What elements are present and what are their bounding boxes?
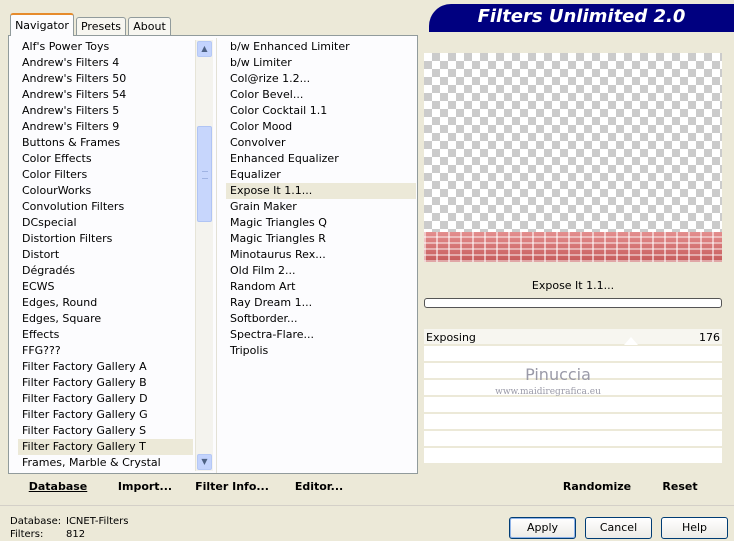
watermark-site: www.maidiregrafica.eu (495, 387, 601, 397)
list-item[interactable]: Dégradés (18, 263, 193, 279)
list-item[interactable]: Distort (18, 247, 193, 263)
scroll-down-button[interactable]: ▼ (197, 454, 212, 470)
category-scrollbar[interactable]: ▲ ▼ (195, 40, 213, 471)
list-item[interactable]: Equalizer (226, 167, 416, 183)
list-item[interactable]: Filter Factory Gallery B (18, 375, 193, 391)
category-list[interactable]: Alf's Power Toys Andrew's Filters 4 Andrew… (18, 39, 193, 471)
param-row-empty (424, 448, 722, 465)
list-item[interactable]: Color Cocktail 1.1 (226, 103, 416, 119)
reset-button[interactable]: Reset (652, 478, 708, 496)
list-item[interactable]: Expose It 1.1... (226, 183, 416, 199)
progress-bar (424, 298, 722, 308)
list-item[interactable]: ColourWorks (18, 183, 193, 199)
list-item[interactable]: Old Film 2... (226, 263, 416, 279)
list-item[interactable]: Andrew's Filters 50 (18, 71, 193, 87)
list-item[interactable]: Tripolis (226, 343, 416, 359)
param-name: Exposing (426, 331, 476, 344)
status-database: Database: ICNET-Filters (10, 516, 129, 527)
watermark-name: Pinuccia (525, 365, 591, 384)
list-item[interactable]: Filter Factory Gallery G (18, 407, 193, 423)
list-item[interactable]: b/w Limiter (226, 55, 416, 71)
list-item[interactable]: Frames, Marble & Crystal (18, 455, 193, 471)
list-item[interactable]: Col@rize 1.2... (226, 71, 416, 87)
parameter-panel: Exposing 176 (424, 329, 722, 471)
tab-navigator[interactable]: Navigator (10, 13, 74, 36)
list-item[interactable]: Buttons & Frames (18, 135, 193, 151)
list-item[interactable]: DCspecial (18, 215, 193, 231)
list-item[interactable]: Enhanced Equalizer (226, 151, 416, 167)
preview-image-floor (424, 232, 722, 262)
list-item[interactable]: Filter Factory Gallery T (18, 439, 193, 455)
list-item[interactable]: Filter Factory Gallery S (18, 423, 193, 439)
list-item[interactable]: Edges, Square (18, 311, 193, 327)
banner-underline (429, 29, 734, 32)
list-item[interactable]: Effects (18, 327, 193, 343)
import-button[interactable]: Import... (112, 478, 178, 496)
editor-button[interactable]: Editor... (286, 478, 352, 496)
list-item[interactable]: Color Filters (18, 167, 193, 183)
list-item[interactable]: FFG??? (18, 343, 193, 359)
param-row-empty (424, 397, 722, 414)
list-item[interactable]: Random Art (226, 279, 416, 295)
list-item[interactable]: Distortion Filters (18, 231, 193, 247)
list-item[interactable]: Filter Factory Gallery D (18, 391, 193, 407)
title-banner: Filters Unlimited 2.0 (429, 4, 734, 29)
list-divider (216, 38, 217, 473)
status-filters: Filters: 812 (10, 529, 86, 540)
scroll-thumb[interactable] (197, 126, 212, 222)
filter-info-button[interactable]: Filter Info... (194, 478, 270, 496)
randomize-button[interactable]: Randomize (556, 478, 638, 496)
database-button[interactable]: Database (20, 478, 96, 496)
param-value: 176 (699, 331, 720, 344)
app-title: Filters Unlimited 2.0 (477, 6, 686, 27)
list-item[interactable]: Grain Maker (226, 199, 416, 215)
list-item[interactable]: Andrew's Filters 54 (18, 87, 193, 103)
filter-list[interactable]: b/w Enhanced Limiter b/w Limiter Col@rize … (226, 39, 416, 359)
status-separator (0, 505, 734, 506)
selected-filter-name: Expose It 1.1... (531, 279, 615, 292)
list-item[interactable]: Softborder... (226, 311, 416, 327)
list-item[interactable]: Color Bevel... (226, 87, 416, 103)
tab-presets[interactable]: Presets (76, 17, 126, 35)
list-item[interactable]: Andrew's Filters 4 (18, 55, 193, 71)
list-item[interactable]: Minotaurus Rex... (226, 247, 416, 263)
list-item[interactable]: Color Effects (18, 151, 193, 167)
list-item[interactable]: Filter Factory Gallery A (18, 359, 193, 375)
list-item[interactable]: ECWS (18, 279, 193, 295)
cancel-button[interactable]: Cancel (585, 517, 652, 539)
list-item[interactable]: Convolver (226, 135, 416, 151)
list-item[interactable]: Convolution Filters (18, 199, 193, 215)
scroll-up-button[interactable]: ▲ (197, 41, 212, 57)
list-item[interactable]: Alf's Power Toys (18, 39, 193, 55)
param-row-empty (424, 414, 722, 431)
list-item[interactable]: Spectra-Flare... (226, 327, 416, 343)
slider-marker-icon[interactable] (624, 337, 638, 345)
list-item[interactable]: Edges, Round (18, 295, 193, 311)
param-row-empty (424, 346, 722, 363)
param-row-exposing[interactable]: Exposing 176 (424, 329, 722, 346)
list-item[interactable]: Andrew's Filters 5 (18, 103, 193, 119)
list-item[interactable]: Color Mood (226, 119, 416, 135)
list-item[interactable]: b/w Enhanced Limiter (226, 39, 416, 55)
tab-about[interactable]: About (128, 17, 171, 35)
apply-button[interactable]: Apply (509, 517, 576, 539)
list-item[interactable]: Magic Triangles R (226, 231, 416, 247)
preview-area[interactable] (424, 53, 722, 262)
help-button[interactable]: Help (661, 517, 728, 539)
list-item[interactable]: Ray Dream 1... (226, 295, 416, 311)
list-item[interactable]: Magic Triangles Q (226, 215, 416, 231)
list-item[interactable]: Andrew's Filters 9 (18, 119, 193, 135)
param-row-empty (424, 431, 722, 448)
